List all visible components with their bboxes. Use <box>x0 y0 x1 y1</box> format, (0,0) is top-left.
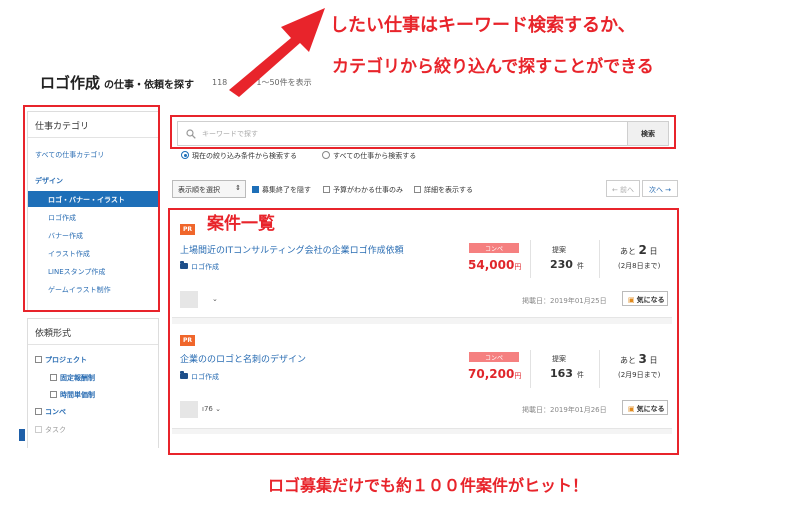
radio-current-label: 現在の絞り込み条件から検索する <box>192 152 297 160</box>
checkbox-icon[interactable] <box>35 426 42 433</box>
radio-all-label: すべての仕事から検索する <box>333 152 417 160</box>
checkbox-icon[interactable] <box>50 391 57 398</box>
radio-on-icon[interactable] <box>181 151 189 159</box>
type-project[interactable]: プロジェクト <box>35 355 87 365</box>
annotation-frame-category <box>23 105 160 312</box>
page-title: ロゴ作成 の仕事・依頼を探す <box>40 72 194 93</box>
page-title-sub: の仕事・依頼を探す <box>104 80 195 91</box>
checkbox-checked-icon[interactable] <box>252 186 259 193</box>
annotation-arrow-icon <box>229 8 325 97</box>
radio-search-current[interactable]: 現在の絞り込み条件から検索する <box>181 151 297 161</box>
sort-select[interactable]: 表示順を選択 ⇕ <box>172 180 246 198</box>
type-task-label: タスク <box>45 426 66 434</box>
select-arrow-icon: ⇕ <box>235 184 241 192</box>
filter-budget-known[interactable]: 予算がわかる仕事のみ <box>323 185 403 195</box>
filter-show-details[interactable]: 詳細を表示する <box>414 185 473 195</box>
annotation-bottom: ロゴ募集だけでも約１００件案件がヒット！ <box>268 476 589 495</box>
type-fixed-label: 固定報酬制 <box>60 374 95 382</box>
type-hourly[interactable]: 時間単価制 <box>50 390 95 400</box>
annotation-frame-search <box>170 115 676 149</box>
checkbox-icon[interactable] <box>35 356 42 363</box>
prev-page-button[interactable]: ← 前へ <box>606 180 640 197</box>
type-project-label: プロジェクト <box>45 356 87 364</box>
type-heading: 依頼形式 <box>28 319 158 345</box>
checkbox-icon[interactable] <box>50 374 57 381</box>
annotation-top-line2: カテゴリから絞り込んで探すことができる <box>332 57 654 77</box>
radio-search-all[interactable]: すべての仕事から検索する <box>322 151 416 161</box>
annotation-frame-list <box>168 208 679 455</box>
type-task[interactable]: タスク <box>35 425 66 435</box>
filter-details-label: 詳細を表示する <box>424 186 473 194</box>
type-fixed[interactable]: 固定報酬制 <box>50 373 95 383</box>
filter-hide-closed[interactable]: 募集終了を隠す <box>252 185 311 195</box>
page-title-main: ロゴ作成 <box>40 74 101 92</box>
type-sidebar: 依頼形式 プロジェクト 固定報酬制 時間単価制 コンペ タスク <box>27 318 159 448</box>
filter-hide-closed-label: 募集終了を隠す <box>262 186 311 194</box>
type-compe[interactable]: コンペ <box>35 407 66 417</box>
annotation-top-line1: したい仕事はキーワード検索するか、 <box>330 15 636 36</box>
checkbox-icon[interactable] <box>35 408 42 415</box>
left-edge-accent <box>19 429 25 441</box>
checkbox-icon[interactable] <box>323 186 330 193</box>
next-page-button[interactable]: 次へ → <box>642 180 678 197</box>
type-hourly-label: 時間単価制 <box>60 391 95 399</box>
checkbox-icon[interactable] <box>414 186 421 193</box>
radio-off-icon[interactable] <box>322 151 330 159</box>
annotation-list-label: 案件一覧 <box>207 214 275 234</box>
filter-budget-label: 予算がわかる仕事のみ <box>333 186 403 194</box>
sort-select-label: 表示順を選択 <box>178 186 220 194</box>
type-compe-label: コンペ <box>45 408 66 416</box>
